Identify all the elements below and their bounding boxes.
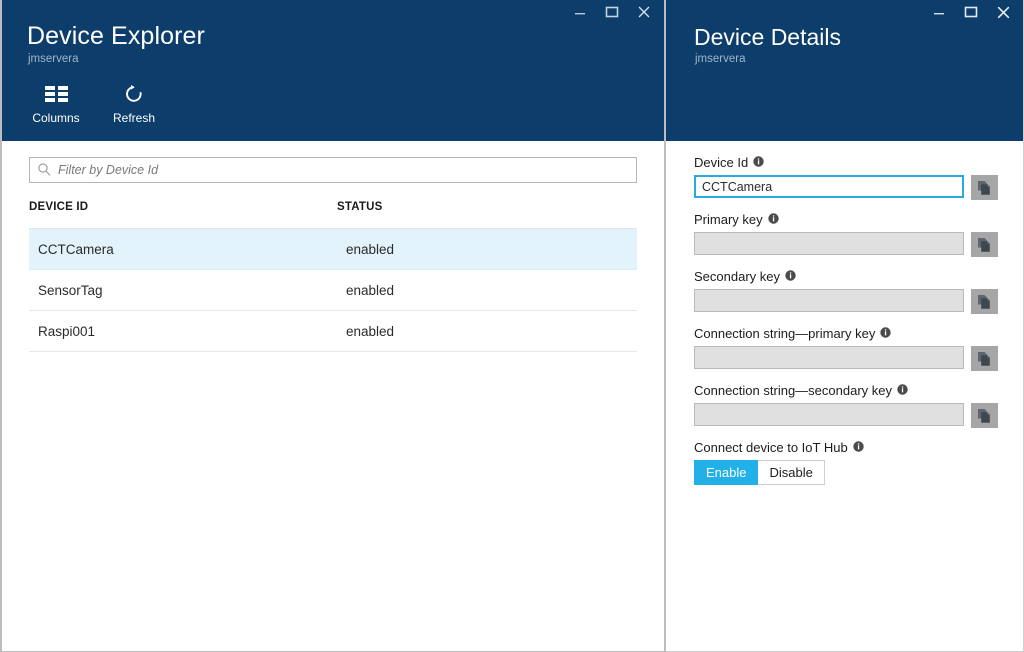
connection-string-primary-input[interactable] bbox=[694, 346, 964, 369]
refresh-button[interactable]: Refresh bbox=[102, 80, 166, 125]
minimize-icon[interactable] bbox=[564, 0, 596, 24]
info-icon[interactable] bbox=[897, 383, 908, 398]
info-icon[interactable] bbox=[767, 212, 779, 227]
details-title: Device Details bbox=[694, 24, 841, 50]
cell-device-id: CCTCamera bbox=[38, 241, 114, 257]
field-label-wrapper: Connection string—primary key bbox=[694, 326, 1003, 341]
secondary-key-input[interactable] bbox=[694, 289, 964, 312]
close-icon[interactable] bbox=[987, 0, 1019, 24]
field-row bbox=[694, 175, 1003, 200]
refresh-button-label: Refresh bbox=[112, 111, 156, 125]
cell-device-id: Raspi001 bbox=[38, 323, 96, 339]
columns-grid-icon bbox=[44, 80, 68, 108]
explorer-window-controls bbox=[564, 0, 660, 28]
field-label-text: Device Id bbox=[694, 155, 749, 170]
primary-key-input[interactable] bbox=[694, 232, 964, 255]
field-label-text: Connection string—secondary key bbox=[694, 383, 892, 398]
device-id-input[interactable] bbox=[694, 175, 964, 198]
table-row[interactable]: SensorTag enabled bbox=[29, 270, 637, 311]
copy-icon[interactable] bbox=[971, 175, 998, 200]
explorer-header: Device Explorer jmservera Columns Refres… bbox=[2, 0, 664, 141]
field-label-wrapper: Connect device to IoT Hub bbox=[694, 440, 1003, 455]
field-primary-key: Primary key bbox=[694, 212, 1003, 257]
field-row bbox=[694, 403, 1003, 428]
connect-device-toggle-group: Enable Disable bbox=[694, 460, 1003, 485]
field-connect-device: Connect device to IoT Hub Enable Disable bbox=[694, 440, 1003, 485]
info-icon[interactable] bbox=[785, 269, 796, 284]
cell-status: enabled bbox=[346, 241, 395, 257]
explorer-toolbar: Columns Refresh bbox=[24, 80, 166, 125]
minimize-icon[interactable] bbox=[923, 0, 955, 24]
field-connection-string-primary: Connection string—primary key bbox=[694, 326, 1003, 371]
filter-input[interactable] bbox=[29, 157, 637, 183]
field-device-id: Device Id bbox=[694, 155, 1003, 200]
device-table: DEVICE ID STATUS CCTCamera enabled Senso… bbox=[29, 201, 637, 352]
info-icon[interactable] bbox=[880, 326, 892, 341]
details-header: Device Details jmservera bbox=[666, 0, 1023, 141]
details-body: Device Id CCTCamera Primary key Secondar… bbox=[666, 141, 1023, 651]
field-label-wrapper: Secondary key bbox=[694, 269, 1003, 284]
column-header-status[interactable]: STATUS bbox=[337, 201, 537, 213]
cell-status: enabled bbox=[346, 282, 395, 298]
columns-button[interactable]: Columns bbox=[24, 80, 88, 125]
field-label-wrapper: Primary key bbox=[694, 212, 1003, 227]
field-label-text: Secondary key bbox=[694, 269, 780, 284]
close-icon[interactable] bbox=[628, 0, 660, 24]
details-window-controls bbox=[923, 0, 1019, 28]
field-connection-string-secondary: Connection string—secondary key bbox=[694, 383, 1003, 428]
maximize-icon[interactable] bbox=[596, 0, 628, 24]
field-row bbox=[694, 232, 1003, 257]
details-subtitle: jmservera bbox=[695, 53, 746, 65]
table-header-row: DEVICE ID STATUS bbox=[29, 201, 637, 229]
field-label-wrapper: Connection string—secondary key bbox=[694, 383, 1003, 398]
copy-icon[interactable] bbox=[971, 346, 998, 371]
connect-device-label: Connect device to IoT Hub bbox=[694, 440, 848, 455]
device-details-window: Device Details jmservera Device Id CCTCa… bbox=[666, 0, 1024, 652]
disable-button[interactable]: Disable bbox=[758, 460, 825, 485]
column-header-device-id[interactable]: DEVICE ID bbox=[29, 201, 337, 213]
maximize-icon[interactable] bbox=[955, 0, 987, 24]
table-row[interactable]: CCTCamera enabled bbox=[29, 229, 637, 270]
app-root: Device Explorer jmservera Columns Refres… bbox=[0, 0, 1024, 652]
cell-status: enabled bbox=[346, 323, 395, 339]
refresh-icon bbox=[122, 80, 146, 108]
field-label-wrapper: Device Id bbox=[694, 155, 1003, 170]
cell-device-id: SensorTag bbox=[38, 282, 103, 298]
info-icon[interactable] bbox=[753, 155, 764, 170]
copy-icon[interactable] bbox=[971, 403, 998, 428]
enable-button[interactable]: Enable bbox=[694, 460, 759, 485]
columns-button-label: Columns bbox=[32, 111, 80, 125]
field-row bbox=[694, 289, 1003, 314]
field-secondary-key: Secondary key bbox=[694, 269, 1003, 314]
info-icon[interactable] bbox=[852, 440, 864, 455]
copy-icon[interactable] bbox=[971, 232, 998, 257]
field-row bbox=[694, 346, 1003, 371]
page-subtitle: jmservera bbox=[28, 53, 79, 65]
connection-string-secondary-input[interactable] bbox=[694, 403, 964, 426]
table-row[interactable]: Raspi001 enabled bbox=[29, 311, 637, 352]
copy-icon[interactable] bbox=[971, 289, 998, 314]
field-label-text: Primary key bbox=[694, 212, 763, 227]
explorer-body: DEVICE ID STATUS CCTCamera enabled Senso… bbox=[2, 141, 664, 651]
page-title: Device Explorer bbox=[27, 22, 205, 50]
filter-field-wrapper bbox=[29, 157, 637, 183]
device-explorer-window: Device Explorer jmservera Columns Refres… bbox=[0, 0, 666, 652]
field-label-text: Connection string—primary key bbox=[694, 326, 876, 341]
